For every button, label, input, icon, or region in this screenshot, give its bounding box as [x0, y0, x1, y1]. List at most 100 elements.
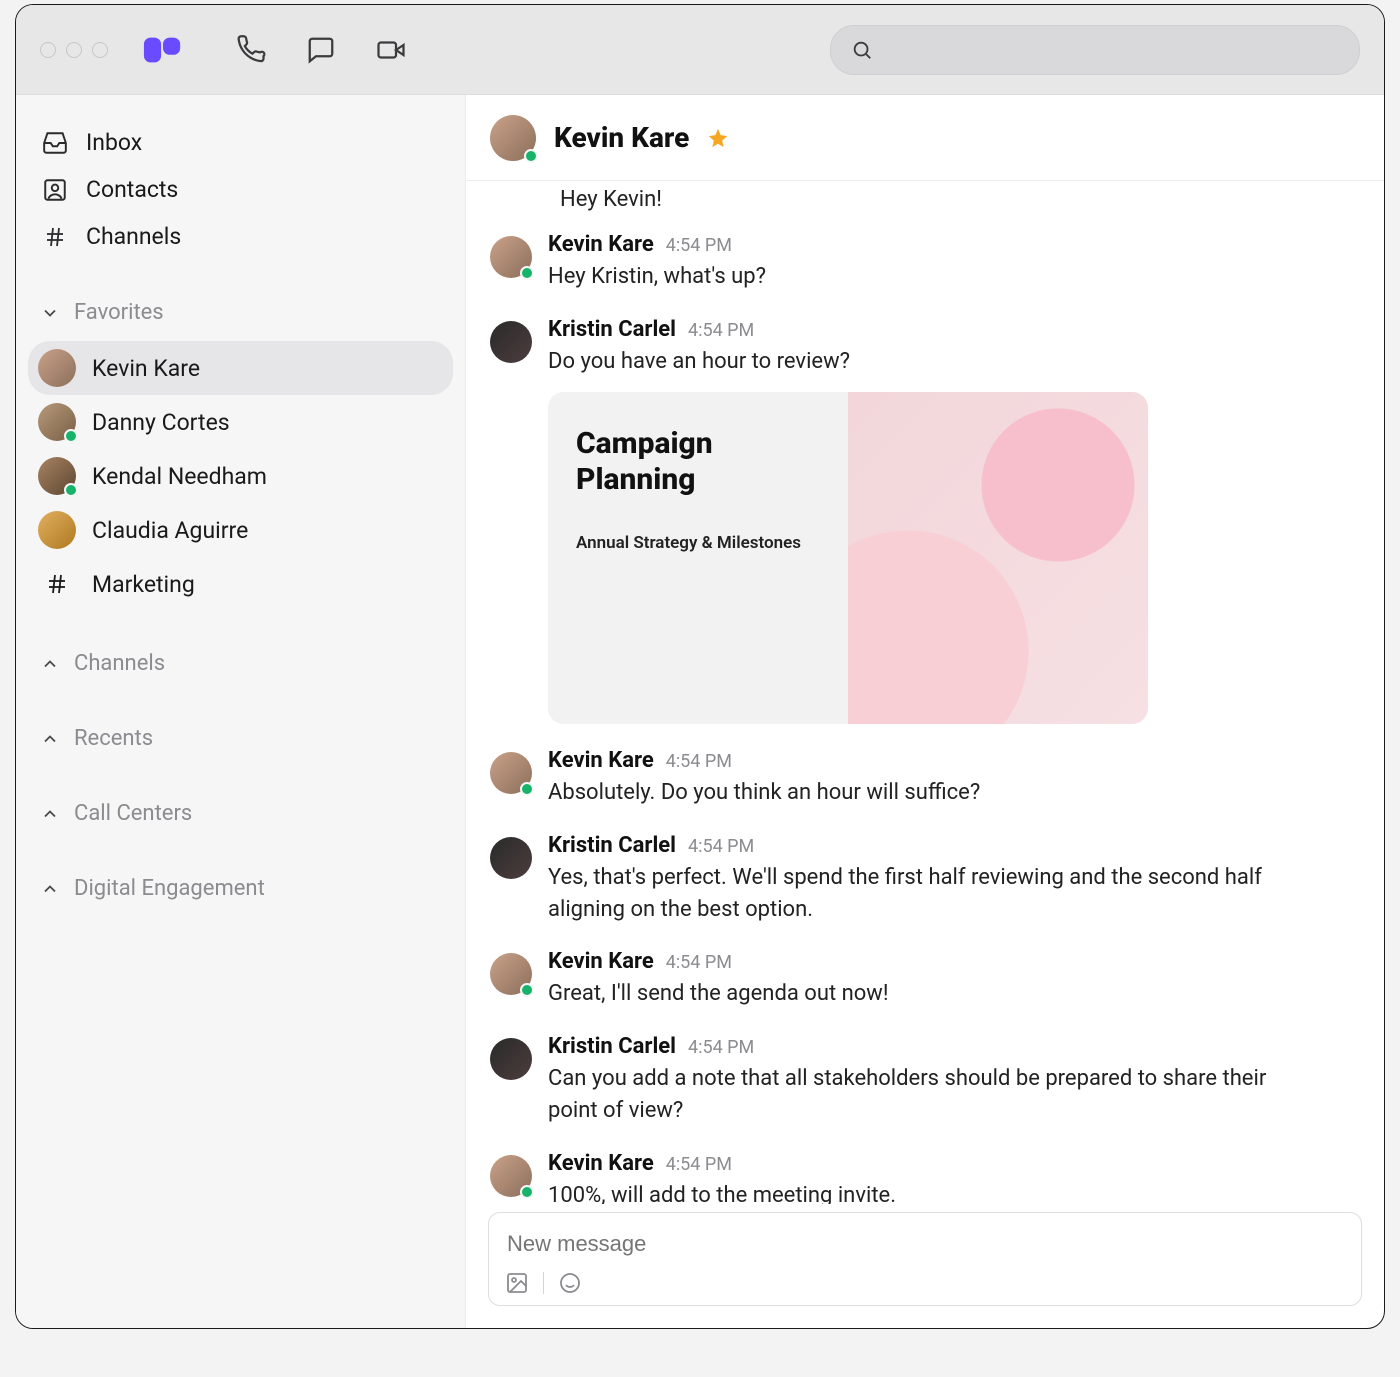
message-sender: Kristin Carlel [548, 833, 676, 858]
message: Kevin Kare 4:54 PM 100%, will add to the m… [490, 1139, 1360, 1204]
chat-icon[interactable] [306, 35, 336, 65]
presence-online-icon [520, 1185, 534, 1199]
message: Kevin Kare 4:54 PM Great, I'll send the ag… [490, 937, 1360, 1022]
minimize-circle-icon[interactable] [66, 42, 82, 58]
avatar [38, 457, 76, 495]
nav-channels-label: Channels [86, 223, 181, 250]
section-recents-label: Recents [74, 726, 153, 751]
message-time: 4:54 PM [688, 320, 754, 341]
composer-input[interactable] [505, 1225, 1345, 1271]
message-sender: Kevin Kare [548, 949, 654, 974]
avatar [490, 953, 532, 995]
avatar [490, 321, 532, 363]
section-callcenters[interactable]: Call Centers [28, 791, 453, 836]
favorites-list: Kevin Kare Danny Cortes Kendal Needham Clau… [28, 335, 453, 611]
nav-inbox[interactable]: Inbox [28, 119, 453, 166]
brand-logo [142, 33, 184, 67]
phone-icon[interactable] [236, 35, 266, 65]
presence-online-icon [64, 483, 78, 497]
section-recents[interactable]: Recents [28, 716, 453, 761]
window-controls[interactable] [40, 42, 108, 58]
attachment-card[interactable]: Campaign Planning Annual Strategy & Miles… [548, 392, 1148, 724]
attachment-thumbnail [848, 392, 1148, 724]
message-time: 4:54 PM [666, 751, 732, 772]
avatar [490, 1155, 532, 1197]
message-time: 4:54 PM [688, 1037, 754, 1058]
sidebar-favorite[interactable]: Kevin Kare [28, 341, 453, 395]
message: Kristin Carlel 4:54 PM Can you add a note … [490, 1022, 1360, 1139]
message-text: Absolutely. Do you think an hour will su… [548, 777, 980, 809]
favorite-name: Kevin Kare [92, 355, 200, 382]
composer-toolbar [505, 1271, 1345, 1295]
message-composer[interactable] [488, 1212, 1362, 1306]
sidebar-favorite[interactable]: Danny Cortes [28, 395, 453, 449]
avatar [490, 1038, 532, 1080]
attachment-subtitle: Annual Strategy & Milestones [576, 532, 820, 556]
hash-icon [42, 224, 68, 250]
message: Kevin Kare 4:54 PM Absolutely. Do you thin… [490, 736, 1360, 821]
sidebar-favorite[interactable]: Marketing [28, 557, 453, 611]
presence-online-icon [64, 429, 78, 443]
sidebar-favorite[interactable]: Claudia Aguirre [28, 503, 453, 557]
avatar [38, 403, 76, 441]
presence-online-icon [524, 149, 538, 163]
image-icon[interactable] [505, 1271, 529, 1295]
favorite-name: Danny Cortes [92, 409, 230, 436]
message-text: 100%, will add to the meeting invite. [548, 1180, 896, 1204]
close-circle-icon[interactable] [40, 42, 56, 58]
attachment-title: Campaign Planning [576, 426, 820, 498]
star-icon[interactable] [707, 127, 729, 149]
section-channels[interactable]: Channels [28, 641, 453, 686]
chevron-up-icon [40, 654, 60, 674]
video-icon[interactable] [376, 35, 406, 65]
message-text: Can you add a note that all stakeholders… [548, 1063, 1308, 1127]
sidebar-favorite[interactable]: Kendal Needham [28, 449, 453, 503]
message-time: 4:54 PM [666, 952, 732, 973]
search-input[interactable] [887, 38, 1339, 61]
message-sender: Kristin Carlel [548, 317, 676, 342]
nav-contacts[interactable]: Contacts [28, 166, 453, 213]
nav-contacts-label: Contacts [86, 176, 178, 203]
chevron-up-icon [40, 804, 60, 824]
favorite-name: Claudia Aguirre [92, 517, 248, 544]
message: Kristin Carlel4:54 PMYes, that's perfect… [490, 821, 1360, 938]
titlebar-actions [236, 35, 406, 65]
sidebar: Inbox Contacts Channels Favorites Kevin … [16, 95, 466, 1328]
message-text: Great, I'll send the agenda out now! [548, 978, 889, 1010]
contacts-icon [42, 177, 68, 203]
section-callcenters-label: Call Centers [74, 801, 192, 826]
presence-online-icon [520, 983, 534, 997]
section-digital[interactable]: Digital Engagement [28, 866, 453, 911]
emoji-icon[interactable] [558, 1271, 582, 1295]
avatar [490, 837, 532, 879]
section-favorites[interactable]: Favorites [28, 290, 453, 335]
search-bar[interactable] [830, 25, 1360, 75]
message-time: 4:54 PM [666, 1154, 732, 1175]
conversation-title: Kevin Kare [554, 121, 689, 154]
favorite-name: Kendal Needham [92, 463, 267, 490]
avatar [490, 236, 532, 278]
search-icon [851, 39, 873, 61]
avatar [490, 115, 536, 161]
section-channels-label: Channels [74, 651, 165, 676]
presence-online-icon [520, 782, 534, 796]
message-sender: Kevin Kare [548, 1151, 654, 1176]
message-time: 4:54 PM [688, 836, 754, 857]
conversation-header: Kevin Kare [466, 95, 1384, 181]
message-time: 4:54 PM [666, 235, 732, 256]
chevron-up-icon [40, 879, 60, 899]
section-digital-label: Digital Engagement [74, 876, 265, 901]
message-sender: Kristin Carlel [548, 1034, 676, 1059]
message-sender: Kevin Kare [548, 748, 654, 773]
message: Kevin Kare4:54 PMHey Kristin, what's up? [490, 220, 1360, 305]
divider [543, 1272, 544, 1294]
app-window: Inbox Contacts Channels Favorites Kevin … [15, 4, 1385, 1329]
section-favorites-label: Favorites [74, 300, 164, 325]
titlebar [16, 5, 1384, 95]
nav-channels[interactable]: Channels [28, 213, 453, 260]
favorite-name: Marketing [92, 571, 195, 598]
message-list[interactable]: Hey Kevin! Kevin Kare4:54 PMHey Kristin,… [466, 181, 1384, 1204]
chevron-up-icon [40, 729, 60, 749]
message-text: Hey Kevin! [490, 187, 1360, 220]
maximize-circle-icon[interactable] [92, 42, 108, 58]
